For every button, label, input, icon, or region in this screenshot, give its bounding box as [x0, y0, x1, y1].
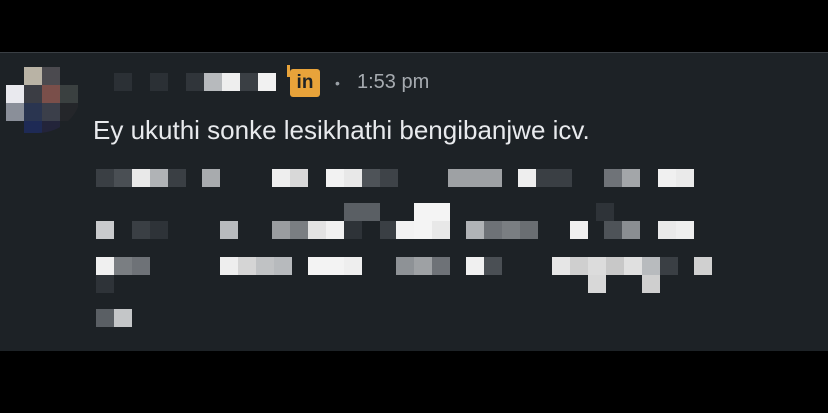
- separator-dot: •: [335, 75, 340, 91]
- avatar-pixel: [24, 121, 42, 133]
- avatar-pixel: [24, 67, 42, 85]
- avatar-pixel: [42, 121, 60, 133]
- comment-text: Ey ukuthi sonke lesikhathi bengibanjwe i…: [93, 115, 590, 145]
- blurred-text-line: [0, 309, 828, 329]
- blurred-text-line: [0, 169, 828, 189]
- avatar-pixel: [60, 85, 78, 103]
- blurred-text-line: [0, 221, 828, 241]
- timestamp: 1:53 pm: [357, 71, 430, 93]
- comment-card: in • 1:53 pm Ey ukuthi sonke lesikhathi …: [0, 52, 828, 351]
- badge-text: in: [296, 72, 314, 93]
- avatar[interactable]: [0, 59, 82, 133]
- author-name-blurred[interactable]: [96, 73, 286, 95]
- blurred-text-line: [0, 203, 828, 223]
- avatar-pixel: [24, 103, 42, 121]
- blurred-text-line: [0, 275, 828, 295]
- avatar-pixel: [24, 85, 42, 103]
- avatar-pixel: [60, 103, 78, 121]
- avatar-pixel: [42, 85, 60, 103]
- avatar-pixel: [6, 85, 24, 103]
- avatar-pixel: [42, 103, 60, 121]
- avatar-pixel: [6, 103, 24, 121]
- avatar-pixel: [42, 67, 60, 85]
- linkedin-icon: in: [287, 65, 320, 97]
- blurred-text-line: [0, 257, 828, 277]
